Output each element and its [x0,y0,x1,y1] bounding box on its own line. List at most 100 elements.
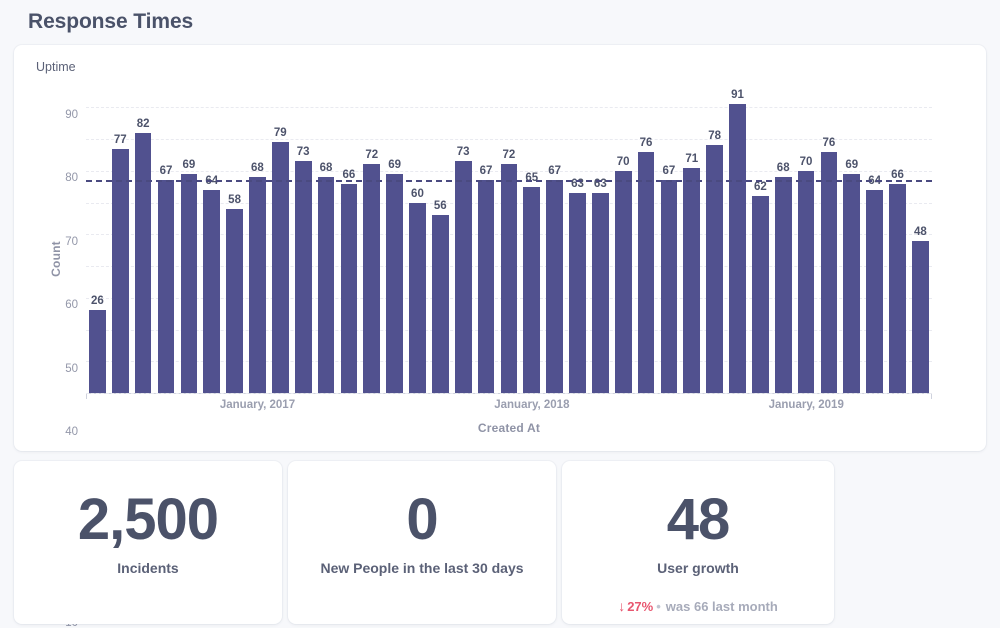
bar[interactable]: 73 [295,161,312,393]
bar-value-label: 76 [823,137,836,149]
bar[interactable]: 64 [866,190,883,393]
bar[interactable]: 67 [661,180,678,393]
bar-value-label: 26 [91,295,104,307]
bar-value-label: 68 [777,162,790,174]
bar-value-label: 62 [754,181,767,193]
bar-value-label: 58 [228,194,241,206]
stat-change-percent: 27% [627,599,653,614]
bar-value-label: 78 [708,130,721,142]
bar[interactable]: 77 [112,149,129,393]
bar[interactable]: 91 [729,104,746,393]
stat-change-description: was 66 last month [666,599,778,614]
bar[interactable]: 72 [501,164,518,393]
bar-value-label: 77 [114,134,127,146]
y-axis-tick-label: 80 [65,172,78,184]
bar-value-label: 48 [914,226,927,238]
bar-value-label: 66 [891,169,904,181]
bar[interactable]: 70 [798,171,815,393]
gridline: 0 [86,393,932,394]
bar-slot: 72 [497,101,520,393]
stat-value: 2,500 [14,489,282,551]
bar-slot: 69 [840,101,863,393]
bar[interactable]: 67 [546,180,563,393]
bar-value-label: 73 [457,146,470,158]
bar[interactable]: 78 [706,145,723,393]
bar-slot: 67 [155,101,178,393]
y-axis-tick-label: 50 [65,363,78,375]
bar[interactable]: 73 [455,161,472,393]
bar[interactable]: 65 [523,187,540,393]
bar-slot: 64 [200,101,223,393]
bar-slot: 67 [543,101,566,393]
bar[interactable]: 70 [615,171,632,393]
bar-value-label: 68 [251,162,264,174]
bar-slot: 66 [337,101,360,393]
bar[interactable]: 26 [89,310,106,393]
bar-value-label: 72 [502,149,515,161]
bar-slot: 26 [86,101,109,393]
bar[interactable]: 68 [318,177,335,393]
bar-value-label: 91 [731,89,744,101]
bar-slot: 71 [680,101,703,393]
bar-slot: 82 [132,101,155,393]
bar-value-label: 70 [800,156,813,168]
x-axis-tick-label: January, 2017 [220,399,295,411]
bar-slot: 63 [566,101,589,393]
bar[interactable]: 58 [226,209,243,393]
chart-grid-area: 2677826769645868797368667269605673677265… [86,101,932,393]
bar[interactable]: 62 [752,196,769,393]
bar-value-label: 69 [182,159,195,171]
bar[interactable]: 60 [409,203,426,393]
bar-value-label: 79 [274,127,287,139]
bar[interactable]: 66 [341,184,358,393]
bar-slot: 67 [475,101,498,393]
bar[interactable]: 64 [203,190,220,393]
bar[interactable]: 69 [386,174,403,393]
y-axis-title: Count [49,241,63,277]
y-axis-tick-label: 90 [65,109,78,121]
bar-series: 2677826769645868797368667269605673677265… [86,101,932,393]
chart-plot-area: Count 2677826769645868797368667269605673… [24,81,970,436]
bar-slot: 56 [429,101,452,393]
bar[interactable]: 56 [432,215,449,393]
bar[interactable]: 63 [592,193,609,393]
bar[interactable]: 68 [249,177,266,393]
bar-slot: 62 [749,101,772,393]
bar-slot: 76 [818,101,841,393]
stat-card: 2,500Incidents [14,461,282,624]
bar-slot: 65 [520,101,543,393]
bar[interactable]: 69 [843,174,860,393]
bar[interactable]: 76 [821,152,838,393]
stat-card: 0New People in the last 30 days [288,461,556,624]
y-axis-tick-label: 40 [65,426,78,438]
bar-slot: 63 [589,101,612,393]
bar-slot: 64 [863,101,886,393]
bar-slot: 69 [177,101,200,393]
bar-slot: 79 [269,101,292,393]
bar[interactable]: 71 [683,168,700,393]
bar-slot: 58 [223,101,246,393]
bar[interactable]: 82 [135,133,152,393]
bar-slot: 68 [772,101,795,393]
bar[interactable]: 72 [363,164,380,393]
bar[interactable]: 67 [158,180,175,393]
bar-slot: 66 [886,101,909,393]
bar[interactable]: 63 [569,193,586,393]
bar-slot: 73 [452,101,475,393]
stat-caption: User growth [562,559,834,577]
bar-value-label: 70 [617,156,630,168]
bar[interactable]: 66 [889,184,906,393]
bar-slot: 68 [246,101,269,393]
bar-value-label: 73 [297,146,310,158]
x-axis-tick-label: January, 2019 [769,399,844,411]
arrow-down-icon: ↓ [618,598,625,614]
bar[interactable]: 69 [181,174,198,393]
bar[interactable]: 48 [912,241,929,393]
bar-value-label: 67 [548,165,561,177]
stat-value: 48 [562,489,834,551]
bar[interactable]: 68 [775,177,792,393]
bar[interactable]: 67 [478,180,495,393]
stat-change: ↓27%•was 66 last month [562,597,834,616]
bar-value-label: 67 [663,165,676,177]
bar[interactable]: 76 [638,152,655,393]
